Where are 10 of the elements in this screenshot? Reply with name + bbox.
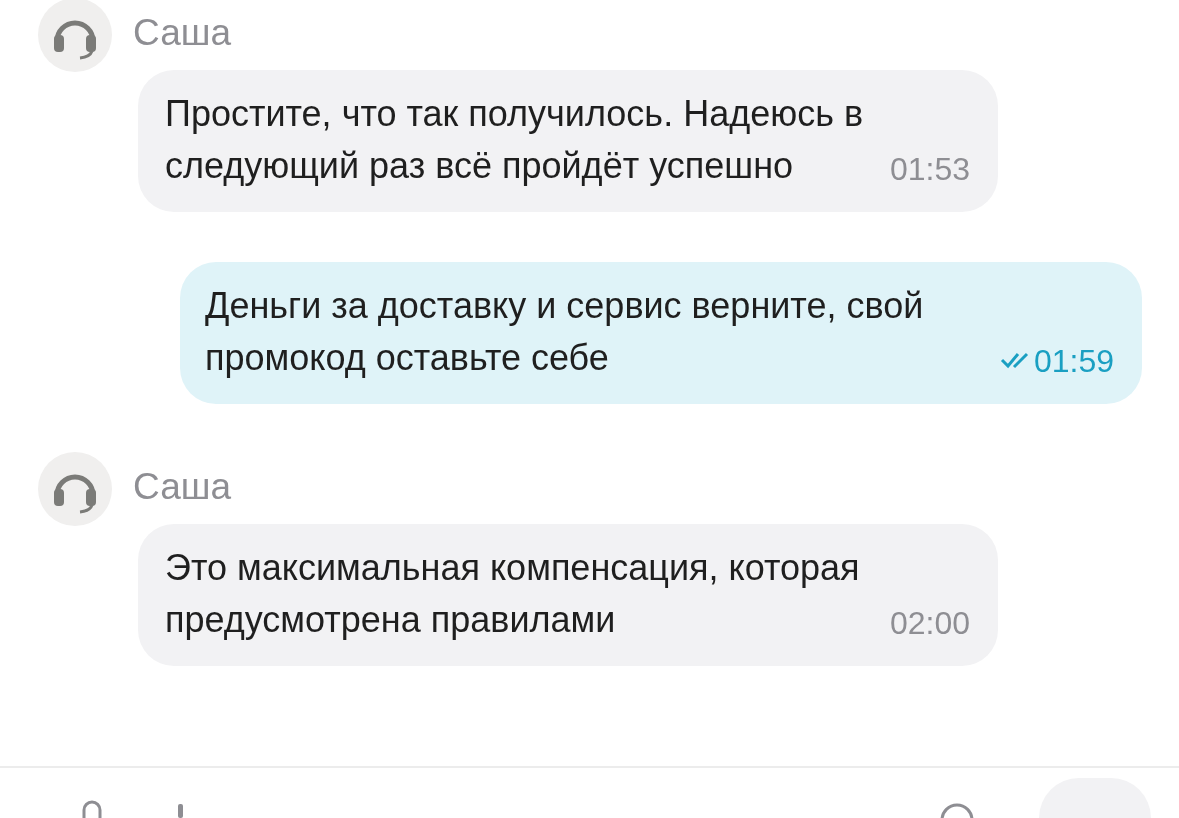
support-avatar-icon: [37, 0, 113, 73]
sender-name: Саша: [133, 12, 231, 54]
message-text: Простите, что так получилось. Надеюсь в следующий раз всё пройдёт успешно: [165, 92, 865, 188]
message-text: Деньги за доставку и сервис верните, свой промокод оставьте себе: [205, 284, 925, 380]
message-time: 02:00: [889, 604, 970, 643]
support-avatar-icon: [37, 451, 113, 527]
message-time: 01:53: [889, 150, 970, 189]
message-text: Это максимальная компенсация, которая предусмотрена правилами: [165, 546, 861, 642]
sender-name: Саша: [133, 466, 231, 508]
message-time: 01:59: [1033, 342, 1114, 381]
